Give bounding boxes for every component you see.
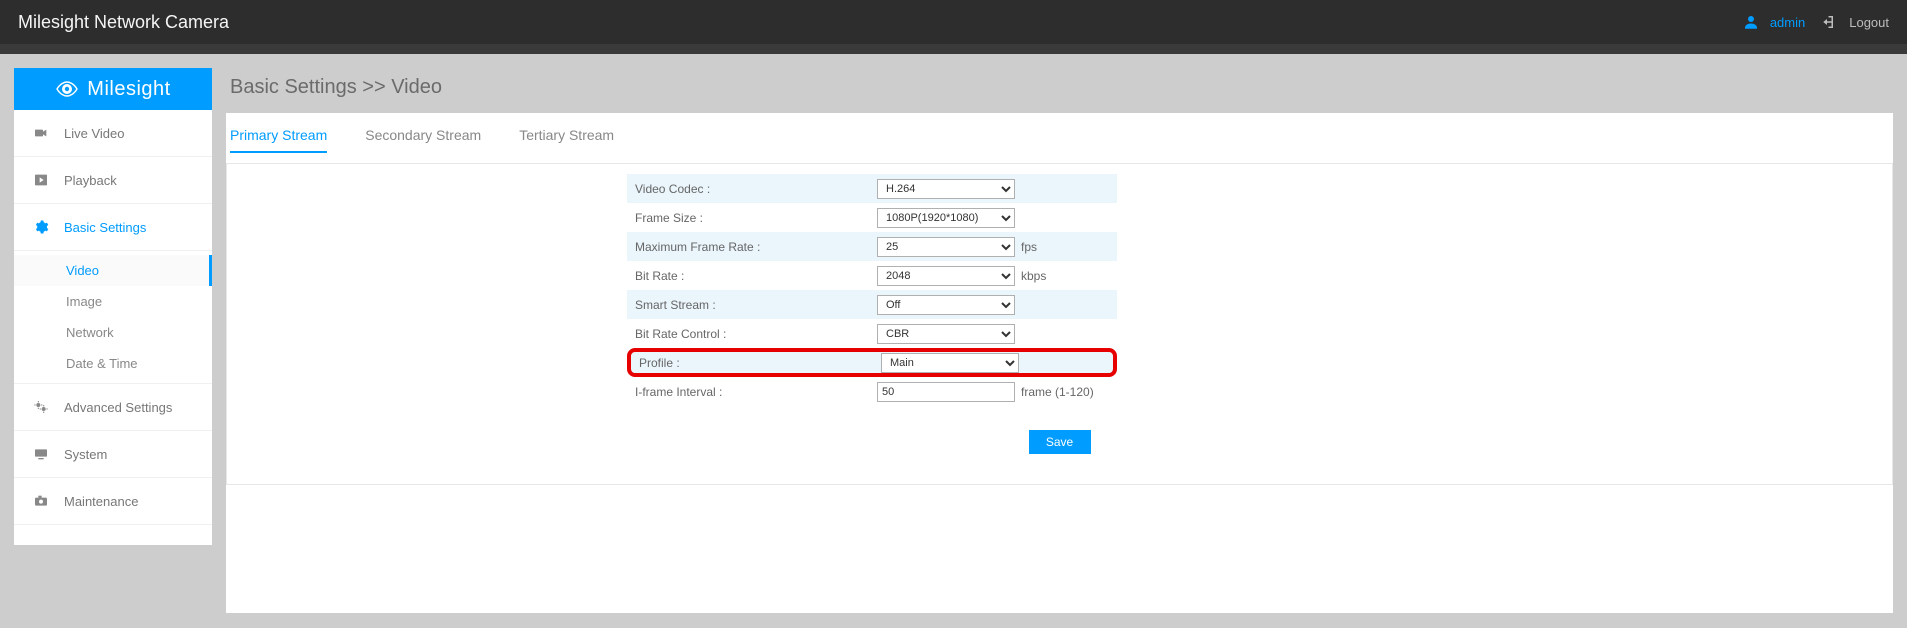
top-bar-right: admin Logout bbox=[1742, 13, 1889, 31]
row-bit-rate: Bit Rate : 2048 kbps bbox=[627, 261, 1117, 290]
field-label: I-frame Interval : bbox=[627, 385, 877, 399]
sidebar-subitem-network[interactable]: Network bbox=[14, 317, 212, 348]
sidebar-subitem-label: Date & Time bbox=[66, 356, 138, 371]
field-control: H.264 bbox=[877, 179, 1117, 199]
brand-text: Milesight bbox=[87, 78, 170, 101]
field-label: Maximum Frame Rate : bbox=[627, 240, 877, 254]
sidebar-subitem-video[interactable]: Video bbox=[14, 255, 212, 286]
play-square-icon bbox=[32, 171, 50, 189]
row-profile: Profile : Main bbox=[627, 348, 1117, 377]
sidebar-brand[interactable]: Milesight bbox=[14, 68, 212, 110]
tab-primary-stream[interactable]: Primary Stream bbox=[230, 127, 327, 153]
gear-icon bbox=[32, 218, 50, 236]
stream-tabs: Primary Stream Secondary Stream Tertiary… bbox=[226, 113, 1893, 153]
sidebar-item-basic-settings[interactable]: Basic Settings bbox=[14, 204, 212, 251]
row-iframe-interval: I-frame Interval : frame (1-120) bbox=[627, 377, 1117, 406]
page-layout: Milesight Live Video Playback Basic Sett… bbox=[0, 54, 1907, 628]
content-card: Primary Stream Secondary Stream Tertiary… bbox=[226, 113, 1893, 613]
field-label: Frame Size : bbox=[627, 211, 877, 225]
row-frame-size: Frame Size : 1080P(1920*1080) bbox=[627, 203, 1117, 232]
brand-eye-icon bbox=[55, 77, 79, 101]
sidebar-subitem-date-time[interactable]: Date & Time bbox=[14, 348, 212, 379]
field-suffix: frame (1-120) bbox=[1021, 385, 1094, 399]
camera-icon bbox=[32, 492, 50, 510]
field-suffix: kbps bbox=[1021, 269, 1046, 283]
tab-label: Tertiary Stream bbox=[519, 127, 614, 143]
save-row: Save bbox=[227, 430, 1892, 454]
sidebar-item-label: Advanced Settings bbox=[64, 400, 172, 415]
sidebar-item-label: Maintenance bbox=[64, 494, 138, 509]
field-control: 1080P(1920*1080) bbox=[877, 208, 1117, 228]
video-camera-icon bbox=[32, 124, 50, 142]
field-control: Main bbox=[881, 353, 1113, 373]
bit-rate-select[interactable]: 2048 bbox=[877, 266, 1015, 286]
sidebar-item-advanced-settings[interactable]: Advanced Settings bbox=[14, 384, 212, 431]
monitor-icon bbox=[32, 445, 50, 463]
user-icon bbox=[1742, 13, 1760, 31]
tab-label: Primary Stream bbox=[230, 127, 327, 143]
sidebar-subitem-label: Image bbox=[66, 294, 102, 309]
frame-size-select[interactable]: 1080P(1920*1080) bbox=[877, 208, 1015, 228]
sidebar-item-live-video[interactable]: Live Video bbox=[14, 110, 212, 157]
top-bar: Milesight Network Camera admin Logout bbox=[0, 0, 1907, 44]
sidebar-subitem-image[interactable]: Image bbox=[14, 286, 212, 317]
row-video-codec: Video Codec : H.264 bbox=[627, 174, 1117, 203]
sidebar-item-label: Live Video bbox=[64, 126, 124, 141]
smart-stream-select[interactable]: Off bbox=[877, 295, 1015, 315]
breadcrumb: Basic Settings >> Video bbox=[226, 68, 1893, 113]
sidebar-item-label: Playback bbox=[64, 173, 117, 188]
settings-panel: Video Codec : H.264 Frame Size : 1080P(1… bbox=[226, 163, 1893, 485]
sidebar-item-system[interactable]: System bbox=[14, 431, 212, 478]
row-max-frame-rate: Maximum Frame Rate : 25 fps bbox=[627, 232, 1117, 261]
max-frame-rate-select[interactable]: 25 bbox=[877, 237, 1015, 257]
iframe-interval-input[interactable] bbox=[877, 382, 1015, 402]
sidebar: Milesight Live Video Playback Basic Sett… bbox=[14, 68, 212, 545]
logout-icon[interactable] bbox=[1821, 13, 1839, 31]
save-button[interactable]: Save bbox=[1029, 430, 1091, 454]
sidebar-submenu-basic: Video Image Network Date & Time bbox=[14, 251, 212, 384]
profile-select[interactable]: Main bbox=[881, 353, 1019, 373]
field-suffix: fps bbox=[1021, 240, 1037, 254]
current-user-link[interactable]: admin bbox=[1770, 15, 1805, 30]
sidebar-item-maintenance[interactable]: Maintenance bbox=[14, 478, 212, 525]
sidebar-item-label: System bbox=[64, 447, 107, 462]
gears-icon bbox=[32, 398, 50, 416]
content-area: Basic Settings >> Video Primary Stream S… bbox=[226, 68, 1893, 628]
field-label: Profile : bbox=[631, 356, 881, 370]
sidebar-subitem-label: Network bbox=[66, 325, 114, 340]
top-bar-sub bbox=[0, 44, 1907, 54]
field-control: 25 fps bbox=[877, 237, 1117, 257]
bit-rate-control-select[interactable]: CBR bbox=[877, 324, 1015, 344]
field-control: frame (1-120) bbox=[877, 382, 1117, 402]
sidebar-item-playback[interactable]: Playback bbox=[14, 157, 212, 204]
tab-secondary-stream[interactable]: Secondary Stream bbox=[365, 127, 481, 153]
tab-tertiary-stream[interactable]: Tertiary Stream bbox=[519, 127, 614, 153]
tab-label: Secondary Stream bbox=[365, 127, 481, 143]
field-label: Video Codec : bbox=[627, 182, 877, 196]
settings-block: Video Codec : H.264 Frame Size : 1080P(1… bbox=[627, 174, 1117, 406]
row-smart-stream: Smart Stream : Off bbox=[627, 290, 1117, 319]
field-label: Bit Rate : bbox=[627, 269, 877, 283]
app-title: Milesight Network Camera bbox=[18, 12, 229, 33]
field-control: 2048 kbps bbox=[877, 266, 1117, 286]
field-label: Smart Stream : bbox=[627, 298, 877, 312]
sidebar-item-label: Basic Settings bbox=[64, 220, 146, 235]
field-label: Bit Rate Control : bbox=[627, 327, 877, 341]
field-control: Off bbox=[877, 295, 1117, 315]
field-control: CBR bbox=[877, 324, 1117, 344]
sidebar-subitem-label: Video bbox=[66, 263, 99, 278]
row-bit-rate-control: Bit Rate Control : CBR bbox=[627, 319, 1117, 348]
video-codec-select[interactable]: H.264 bbox=[877, 179, 1015, 199]
logout-link[interactable]: Logout bbox=[1849, 15, 1889, 30]
